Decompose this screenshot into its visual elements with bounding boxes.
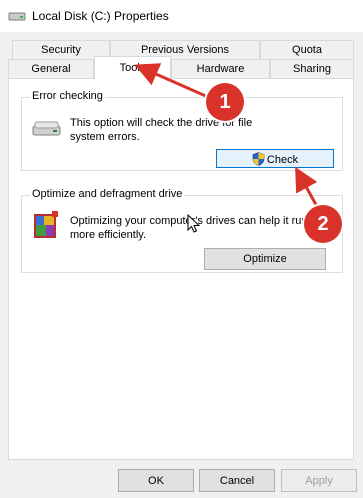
tools-panel: Error checking This option will check th…: [8, 78, 354, 460]
annotation-step-1: 1: [206, 83, 244, 121]
window-title: Local Disk (C:) Properties: [32, 9, 169, 23]
cancel-button[interactable]: Cancel: [199, 469, 275, 492]
drive-title-icon: [8, 12, 26, 21]
tab-hardware[interactable]: Hardware: [171, 59, 270, 78]
optimize-title: Optimize and defragment drive: [30, 188, 185, 200]
shield-icon: [252, 151, 265, 166]
tab-quota[interactable]: Quota: [260, 40, 354, 59]
error-checking-group: Error checking This option will check th…: [21, 90, 343, 171]
cursor-icon: [187, 214, 201, 233]
ok-button[interactable]: OK: [118, 469, 194, 492]
optimize-group: Optimize and defragment drive Optimizing…: [21, 188, 343, 273]
check-button[interactable]: Check: [216, 149, 334, 168]
drive-icon: [32, 121, 61, 136]
optimize-description: Optimizing your computer's drives can he…: [70, 215, 308, 241]
error-checking-description: This option will check the drive for fil…: [70, 117, 253, 143]
title-bar: Local Disk (C:) Properties: [0, 0, 363, 32]
error-checking-title: Error checking: [30, 90, 105, 102]
tab-sharing[interactable]: Sharing: [270, 59, 354, 78]
defrag-icon: [34, 211, 58, 238]
tab-general[interactable]: General: [8, 59, 94, 78]
apply-button[interactable]: Apply: [281, 469, 357, 492]
tab-tools[interactable]: Tools: [94, 56, 171, 79]
optimize-button[interactable]: Optimize: [204, 248, 326, 270]
annotation-step-2: 2: [304, 205, 342, 243]
